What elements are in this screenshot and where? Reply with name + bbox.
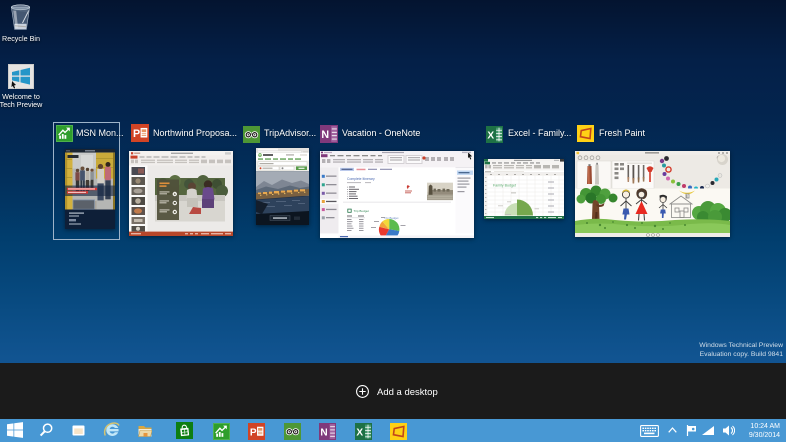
svg-text:Complete Itinerary: Complete Itinerary: [347, 177, 375, 181]
svg-text:Family Budget: Family Budget: [493, 184, 516, 188]
svg-text:Trip Budget: Trip Budget: [354, 209, 370, 213]
